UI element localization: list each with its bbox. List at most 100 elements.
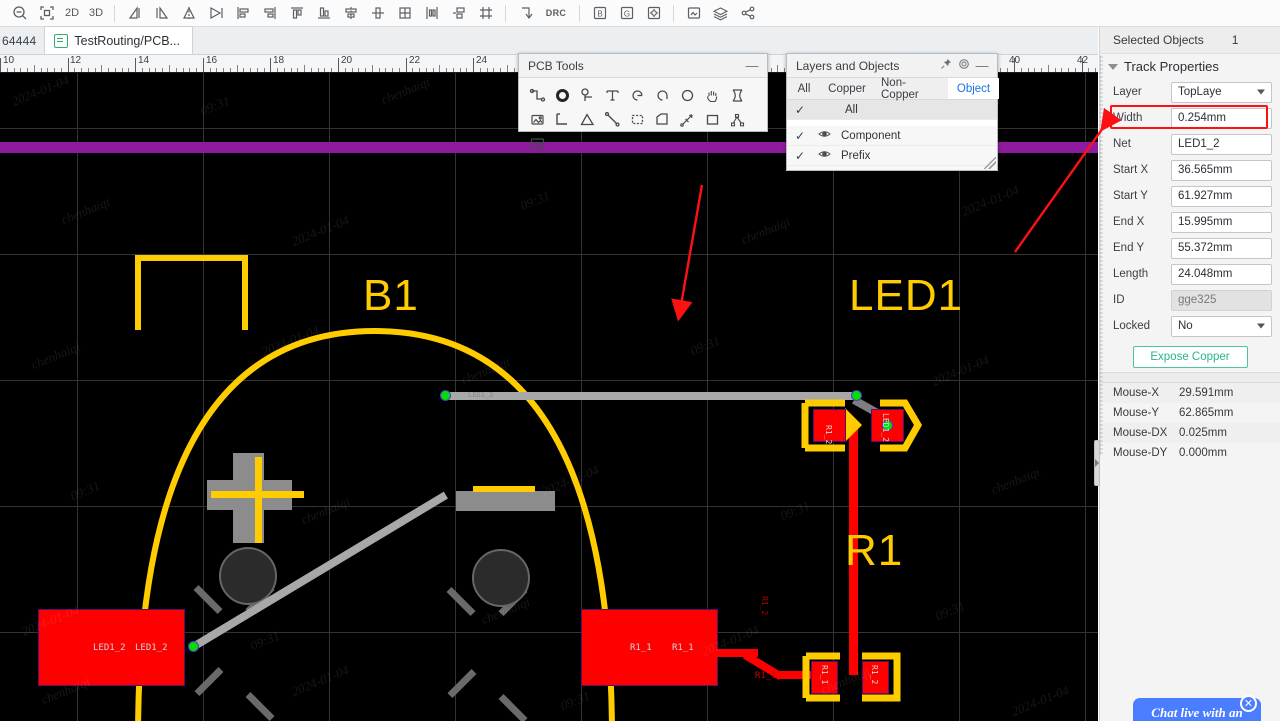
ruler-tick	[54, 68, 55, 72]
minimize-icon[interactable]: —	[973, 58, 991, 73]
flip-vertical-icon[interactable]	[148, 1, 175, 25]
dimension-tool-icon[interactable]	[675, 107, 700, 131]
image-tool-icon[interactable]	[525, 107, 550, 131]
pcb-tools-titlebar[interactable]: PCB Tools —	[519, 54, 767, 78]
expose-copper-button[interactable]: Expose Copper	[1132, 346, 1248, 368]
tab-all[interactable]: All	[787, 78, 821, 99]
text-tool-icon[interactable]	[600, 83, 625, 107]
rect-tool-icon[interactable]	[700, 107, 725, 131]
align-left-icon[interactable]	[229, 1, 256, 25]
layers-panel-titlebar[interactable]: Layers and Objects —	[787, 54, 997, 78]
refdes-b1[interactable]: B1	[363, 271, 419, 321]
arc-tool-icon[interactable]	[625, 83, 650, 107]
property-row-length: Length 24.048mm	[1100, 261, 1280, 287]
track-properties-header[interactable]: Track Properties	[1100, 54, 1280, 79]
width-input[interactable]: 0.254mm	[1171, 107, 1272, 129]
arc2-tool-icon[interactable]	[650, 83, 675, 107]
angle-tool-icon[interactable]	[575, 107, 600, 131]
layer-row-component[interactable]: ✓ Component	[787, 126, 997, 146]
length-input[interactable]: 24.048mm	[1171, 263, 1272, 285]
checkbox-checked-icon[interactable]: ✓	[787, 129, 813, 143]
track-tool-icon[interactable]	[525, 83, 550, 107]
circle-tool-icon[interactable]	[675, 83, 700, 107]
mirror-icon[interactable]	[175, 1, 202, 25]
zoom-fit-icon[interactable]	[33, 1, 60, 25]
checkbox-checked-icon[interactable]: ✓	[787, 103, 813, 117]
layer-row-label: Component	[841, 129, 901, 142]
tab-testrouting-pcb[interactable]: TestRouting/PCB...	[44, 26, 193, 54]
ruler-tick	[291, 68, 292, 72]
line-tool-icon[interactable]	[600, 107, 625, 131]
layers-icon[interactable]	[707, 1, 734, 25]
distribute-v-icon[interactable]	[445, 1, 472, 25]
footprint-tool-icon[interactable]	[725, 107, 750, 131]
tab-previous[interactable]: 64444	[0, 34, 44, 54]
align-right-icon[interactable]	[256, 1, 283, 25]
eye-icon[interactable]	[813, 129, 835, 142]
tab-copper[interactable]: Copper	[821, 78, 873, 99]
ruler-tick	[216, 68, 217, 72]
locked-select[interactable]: No	[1171, 315, 1272, 337]
settings-doc-icon[interactable]	[640, 1, 667, 25]
align-center-v-icon[interactable]	[364, 1, 391, 25]
pin-icon[interactable]	[937, 58, 955, 73]
minimize-icon[interactable]: —	[743, 58, 761, 73]
eye-icon[interactable]	[813, 149, 835, 162]
rotate-icon[interactable]	[202, 1, 229, 25]
via-tool-icon[interactable]	[550, 83, 575, 107]
align-top-icon[interactable]	[283, 1, 310, 25]
share-icon[interactable]	[734, 1, 761, 25]
solid-region-icon[interactable]	[650, 107, 675, 131]
flip-horizontal-icon[interactable]	[121, 1, 148, 25]
track-endpoint-node[interactable]	[851, 390, 862, 401]
track-endpoint-node[interactable]	[440, 390, 451, 401]
refdes-led1[interactable]: LED1	[849, 271, 963, 321]
tab-non-copper[interactable]: Non-Copper	[873, 77, 948, 101]
grid-icon[interactable]	[391, 1, 418, 25]
tab-object[interactable]: Object	[948, 78, 999, 99]
end-x-input[interactable]: 15.995mm	[1171, 211, 1272, 233]
drc-button[interactable]: DRC	[539, 1, 573, 25]
layer-select[interactable]: TopLaye	[1171, 81, 1272, 103]
gear-icon[interactable]	[955, 58, 973, 73]
gerber-icon[interactable]: G	[613, 1, 640, 25]
panel-tool-icon[interactable]	[525, 131, 550, 155]
pad-net-label: LED1_2	[93, 643, 126, 653]
align-bottom-icon[interactable]	[310, 1, 337, 25]
polyline-tool-icon[interactable]	[550, 107, 575, 131]
arrange-icon[interactable]	[472, 1, 499, 25]
net-input[interactable]: LED1_2	[1171, 133, 1272, 155]
start-x-input[interactable]: 36.565mm	[1171, 159, 1272, 181]
pad-tool-icon[interactable]	[575, 83, 600, 107]
pan-tool-icon[interactable]	[700, 83, 725, 107]
properties-pane: Selected Objects 1 Track Properties Laye…	[1099, 27, 1280, 721]
ruler-tick	[41, 68, 42, 72]
image-export-icon[interactable]	[680, 1, 707, 25]
panel-resize-handle[interactable]	[984, 157, 996, 169]
ruler-tick	[1075, 68, 1076, 72]
ruler-tick	[115, 68, 116, 72]
chevron-down-icon	[1257, 89, 1265, 95]
view-2d-button[interactable]: 2D	[60, 1, 84, 25]
end-y-input[interactable]: 55.372mm	[1171, 237, 1272, 259]
collapse-triangle-icon[interactable]	[1108, 63, 1118, 70]
align-center-h-icon[interactable]	[337, 1, 364, 25]
measure-icon[interactable]	[512, 1, 539, 25]
layer-row-prefix[interactable]: ✓ Prefix	[787, 146, 997, 166]
pane-collapse-handle[interactable]	[1094, 440, 1100, 486]
track-endpoint-node[interactable]	[188, 641, 199, 652]
ruler-tick	[203, 58, 204, 72]
copper-region-icon[interactable]	[725, 83, 750, 107]
ruler-label: 24	[476, 55, 488, 66]
distribute-h-icon[interactable]	[418, 1, 445, 25]
view-3d-button[interactable]: 3D	[84, 1, 108, 25]
start-y-input[interactable]: 61.927mm	[1171, 185, 1272, 207]
select-region-icon[interactable]	[625, 107, 650, 131]
checkbox-checked-icon[interactable]: ✓	[787, 149, 813, 163]
chat-close-icon[interactable]: ✕	[1240, 695, 1257, 712]
zoom-out-icon[interactable]	[6, 1, 33, 25]
layer-row-all[interactable]: ✓ All	[787, 100, 997, 120]
board-icon[interactable]: B	[586, 1, 613, 25]
pcb-document-icon	[54, 33, 69, 48]
refdes-r1[interactable]: R1	[845, 526, 903, 576]
